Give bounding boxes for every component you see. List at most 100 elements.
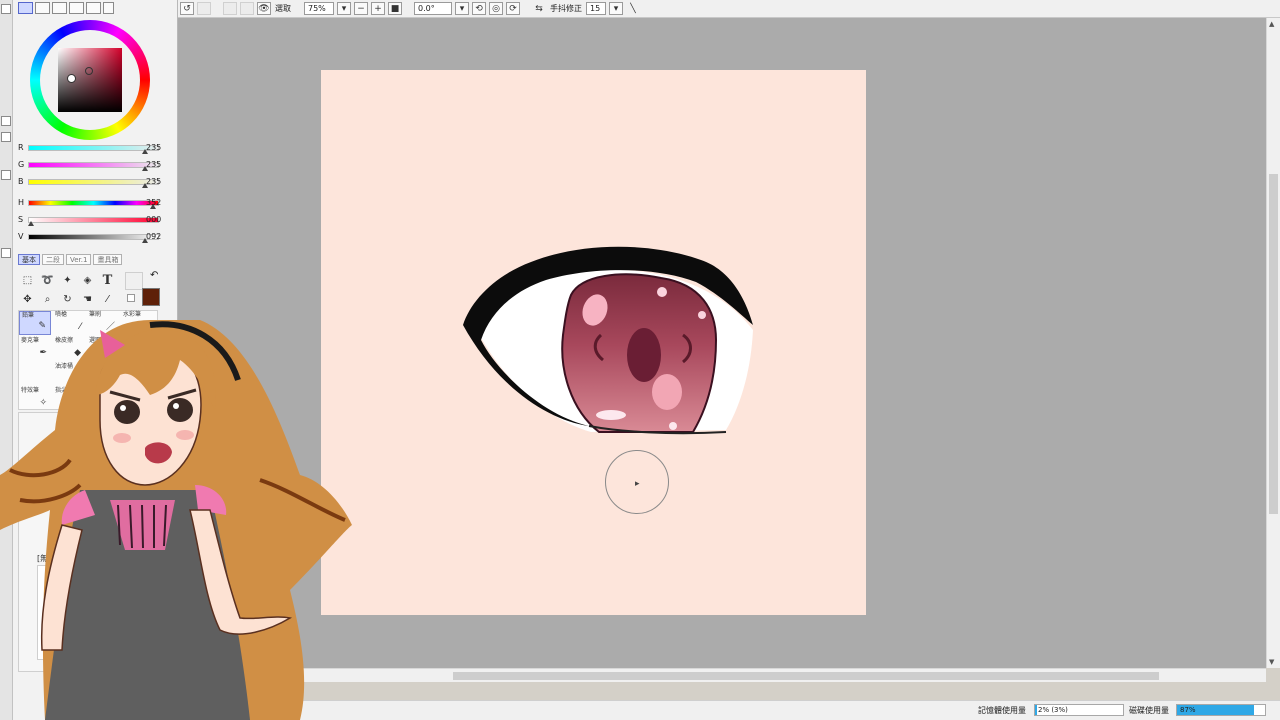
selection-visibility-button[interactable]: 👁 xyxy=(257,2,271,15)
rect-select-icon[interactable]: ⬚ xyxy=(18,271,37,289)
scroll-up-icon[interactable]: ▲ xyxy=(1269,20,1274,28)
slider-track[interactable] xyxy=(28,162,159,168)
memory-usage-label: 記憶體使用量 xyxy=(978,706,1026,715)
strip-toggle-5[interactable] xyxy=(1,248,11,258)
slider-track[interactable] xyxy=(28,234,159,240)
rotation-field[interactable]: 0.0° xyxy=(414,2,452,15)
mascot-eye-left xyxy=(114,400,140,424)
memory-usage-meter: 2% (3%) xyxy=(1034,704,1124,716)
diagonal-line-icon: ╲ xyxy=(630,3,636,14)
color-mode-tabs xyxy=(18,2,114,14)
circle-icon: ◎ xyxy=(492,3,500,14)
highlight-small-right xyxy=(698,311,706,319)
slider-s[interactable]: S 000 xyxy=(18,215,168,227)
zoom-dropdown[interactable]: ▾ xyxy=(337,2,351,15)
color-wheel-mode-tab[interactable] xyxy=(18,2,33,14)
slider-value: 092 xyxy=(146,232,162,241)
tool-tab-ver1[interactable]: Ver.1 xyxy=(66,254,92,265)
hue-cursor[interactable] xyxy=(67,74,76,83)
highlight-small-top xyxy=(657,287,667,297)
disk-usage-label: 磁碟使用量 xyxy=(1129,706,1169,715)
zoom-field[interactable]: 75% xyxy=(304,2,334,15)
magic-wand-icon[interactable]: ✦ xyxy=(58,271,77,289)
zoom-out-button[interactable]: − xyxy=(354,2,368,15)
strip-toggle-3[interactable] xyxy=(1,132,11,142)
pointer-icon: ▸ xyxy=(635,479,640,489)
straight-line-button[interactable]: ╲ xyxy=(626,2,640,15)
undo-button[interactable]: ↺ xyxy=(180,2,194,15)
zoom-reset-button[interactable]: ■ xyxy=(388,2,402,15)
eye-shine-right xyxy=(173,403,179,409)
chevron-down-icon: ▾ xyxy=(341,3,347,14)
slider-thumb[interactable] xyxy=(28,221,34,226)
vertical-scroll-thumb[interactable] xyxy=(1269,174,1278,514)
lasso-icon[interactable]: ➰ xyxy=(38,271,57,289)
scratchpad-mode-tab[interactable] xyxy=(103,2,114,14)
rotate-right-button[interactable]: ⟳ xyxy=(506,2,520,15)
strip-toggle-1[interactable] xyxy=(1,4,11,14)
shape-icon[interactable]: ◈ xyxy=(78,271,97,289)
slider-value: 235 xyxy=(146,177,162,186)
blush-left xyxy=(113,433,131,443)
minus-icon: − xyxy=(357,3,365,14)
stabilizer-dropdown[interactable]: ▾ xyxy=(609,2,623,15)
chevron-down-icon: ▾ xyxy=(613,3,619,14)
sv-cursor[interactable] xyxy=(85,67,93,75)
drawing-canvas[interactable] xyxy=(321,70,866,615)
slider-value: 235 xyxy=(146,143,162,152)
tool-tab-toolbox[interactable]: 畫具箱 xyxy=(93,254,123,265)
memory-usage-fill xyxy=(1035,705,1037,715)
select-label: 選取 xyxy=(275,4,291,13)
mixer-mode-tab[interactable] xyxy=(86,2,101,14)
highlight-lower xyxy=(652,374,682,410)
redo-button[interactable] xyxy=(197,2,211,15)
slider-track[interactable] xyxy=(28,179,159,185)
slider-label: H xyxy=(18,198,25,207)
slider-track[interactable] xyxy=(28,145,159,151)
disk-usage-meter: 87% xyxy=(1176,704,1266,716)
tool-tab-basic[interactable]: 基本 xyxy=(18,254,40,265)
slider-b[interactable]: B 235 xyxy=(18,177,168,189)
deselect-button[interactable] xyxy=(223,2,237,15)
slider-r[interactable]: R 235 xyxy=(18,143,168,155)
flip-horizontal-button[interactable]: ⇆ xyxy=(532,2,546,15)
scroll-down-icon[interactable]: ▼ xyxy=(1269,658,1274,666)
eye-shine-left xyxy=(120,405,126,411)
slider-label: R xyxy=(18,143,24,152)
rotate-right-icon: ⟳ xyxy=(509,3,517,14)
color-wheel[interactable] xyxy=(30,20,150,140)
stabilizer-field[interactable]: 15 xyxy=(586,2,606,15)
paint-tool-sai-window: R 235 G 235 B 235 H 352 S 000 V 092 基本 二段 Ver.1 畫具箱… xyxy=(0,0,1280,720)
slider-value: 235 xyxy=(146,160,162,169)
secondary-color-swatch[interactable] xyxy=(125,272,143,290)
text-tool-icon[interactable]: T xyxy=(98,271,117,289)
swap-colors-icon[interactable]: ↶ xyxy=(150,270,158,281)
slider-track[interactable] xyxy=(28,200,159,206)
slider-v[interactable]: V 092 xyxy=(18,232,168,244)
rgb-slider-mode-tab[interactable] xyxy=(35,2,50,14)
square-icon: ■ xyxy=(390,3,400,14)
highlight-bottom xyxy=(669,422,677,430)
strip-toggle-2[interactable] xyxy=(1,116,11,126)
rotate-reset-button[interactable]: ◎ xyxy=(489,2,503,15)
strip-toggle-4[interactable] xyxy=(1,170,11,180)
tool-set-tabs: 基本 二段 Ver.1 畫具箱 xyxy=(18,254,123,265)
plus-icon: + xyxy=(374,3,382,14)
slider-label: G xyxy=(18,160,25,169)
slider-value: 352 xyxy=(146,198,162,207)
horizontal-scroll-thumb[interactable] xyxy=(453,672,1159,680)
hsv-slider-mode-tab[interactable] xyxy=(52,2,67,14)
slider-h[interactable]: H 352 xyxy=(18,198,168,210)
rotation-dropdown[interactable]: ▾ xyxy=(455,2,469,15)
rotate-left-button[interactable]: ⟲ xyxy=(472,2,486,15)
highlight-reflection xyxy=(596,410,626,420)
tool-tab-second[interactable]: 二段 xyxy=(42,254,64,265)
slider-track[interactable] xyxy=(28,217,159,223)
zoom-in-button[interactable]: + xyxy=(371,2,385,15)
swatches-mode-tab[interactable] xyxy=(69,2,84,14)
stabilizer-label: 手抖修正 xyxy=(550,4,582,13)
slider-g[interactable]: G 235 xyxy=(18,160,168,172)
vertical-scrollbar[interactable]: ▲ ▼ xyxy=(1266,18,1280,668)
invert-selection-button[interactable] xyxy=(240,2,254,15)
blush-right xyxy=(176,430,194,440)
